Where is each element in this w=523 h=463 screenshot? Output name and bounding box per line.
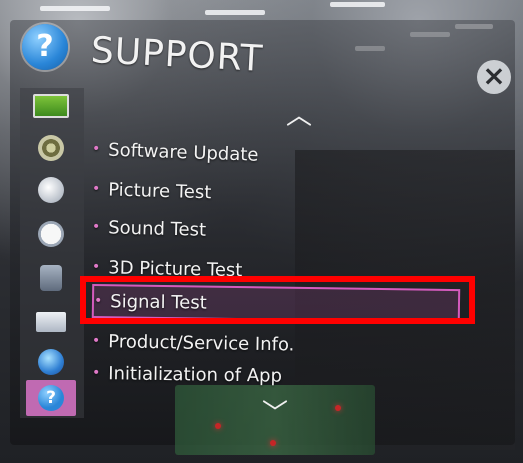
scroll-up-icon[interactable]: ︿ (286, 103, 312, 129)
bullet-icon: • (91, 181, 101, 198)
bullet-icon: • (91, 219, 101, 236)
bullet-icon: • (91, 141, 101, 158)
ceiling-light (330, 2, 385, 7)
category-sidebar: ? (20, 88, 84, 418)
sidebar-item-picture[interactable] (26, 88, 76, 124)
mail-icon (36, 312, 66, 332)
menu-item-software-update[interactable]: • Software Update (91, 134, 259, 170)
bullet-icon: • (91, 333, 101, 350)
lock-icon (40, 265, 62, 291)
menu-item-label: Sound Test (108, 216, 207, 241)
led-light (270, 440, 276, 446)
help-icon: ? (22, 24, 68, 70)
menu-item-label: Product/Service Info. (108, 330, 295, 356)
sidebar-item-support[interactable]: ? (26, 380, 76, 416)
bullet-icon: • (91, 365, 101, 382)
close-button[interactable]: × (477, 60, 511, 94)
sidebar-item-channel[interactable] (26, 172, 76, 208)
sidebar-item-option[interactable] (26, 304, 76, 340)
ceiling-light (40, 6, 110, 11)
menu-item-initialization-of-app[interactable]: • Initialization of App (92, 358, 282, 391)
menu-item-product-service-info[interactable]: • Product/Service Info. (92, 326, 295, 360)
menu-item-label: Initialization of App (108, 362, 283, 387)
sidebar-item-sound[interactable] (26, 130, 76, 166)
bullet-icon: • (91, 259, 101, 276)
clock-icon (38, 221, 64, 247)
annotation-highlight-box (80, 276, 475, 324)
globe-icon (38, 349, 64, 375)
menu-item-picture-test[interactable]: • Picture Test (92, 174, 212, 207)
sidebar-item-lock[interactable] (26, 260, 76, 296)
scroll-down-icon[interactable]: ﹀ (262, 401, 288, 427)
ceiling-light (205, 10, 265, 15)
picture-icon (33, 94, 69, 118)
menu-item-label: Picture Test (107, 178, 212, 203)
help-icon: ? (38, 385, 64, 411)
sidebar-item-network[interactable] (26, 344, 76, 380)
menu-item-label: Software Update (107, 139, 259, 166)
support-menu: ︿ • Software Update • Picture Test • Sou… (91, 103, 482, 438)
speaker-icon (38, 135, 64, 161)
satellite-icon (38, 177, 64, 203)
sidebar-item-time[interactable] (26, 216, 76, 252)
menu-item-sound-test[interactable]: • Sound Test (92, 212, 207, 245)
